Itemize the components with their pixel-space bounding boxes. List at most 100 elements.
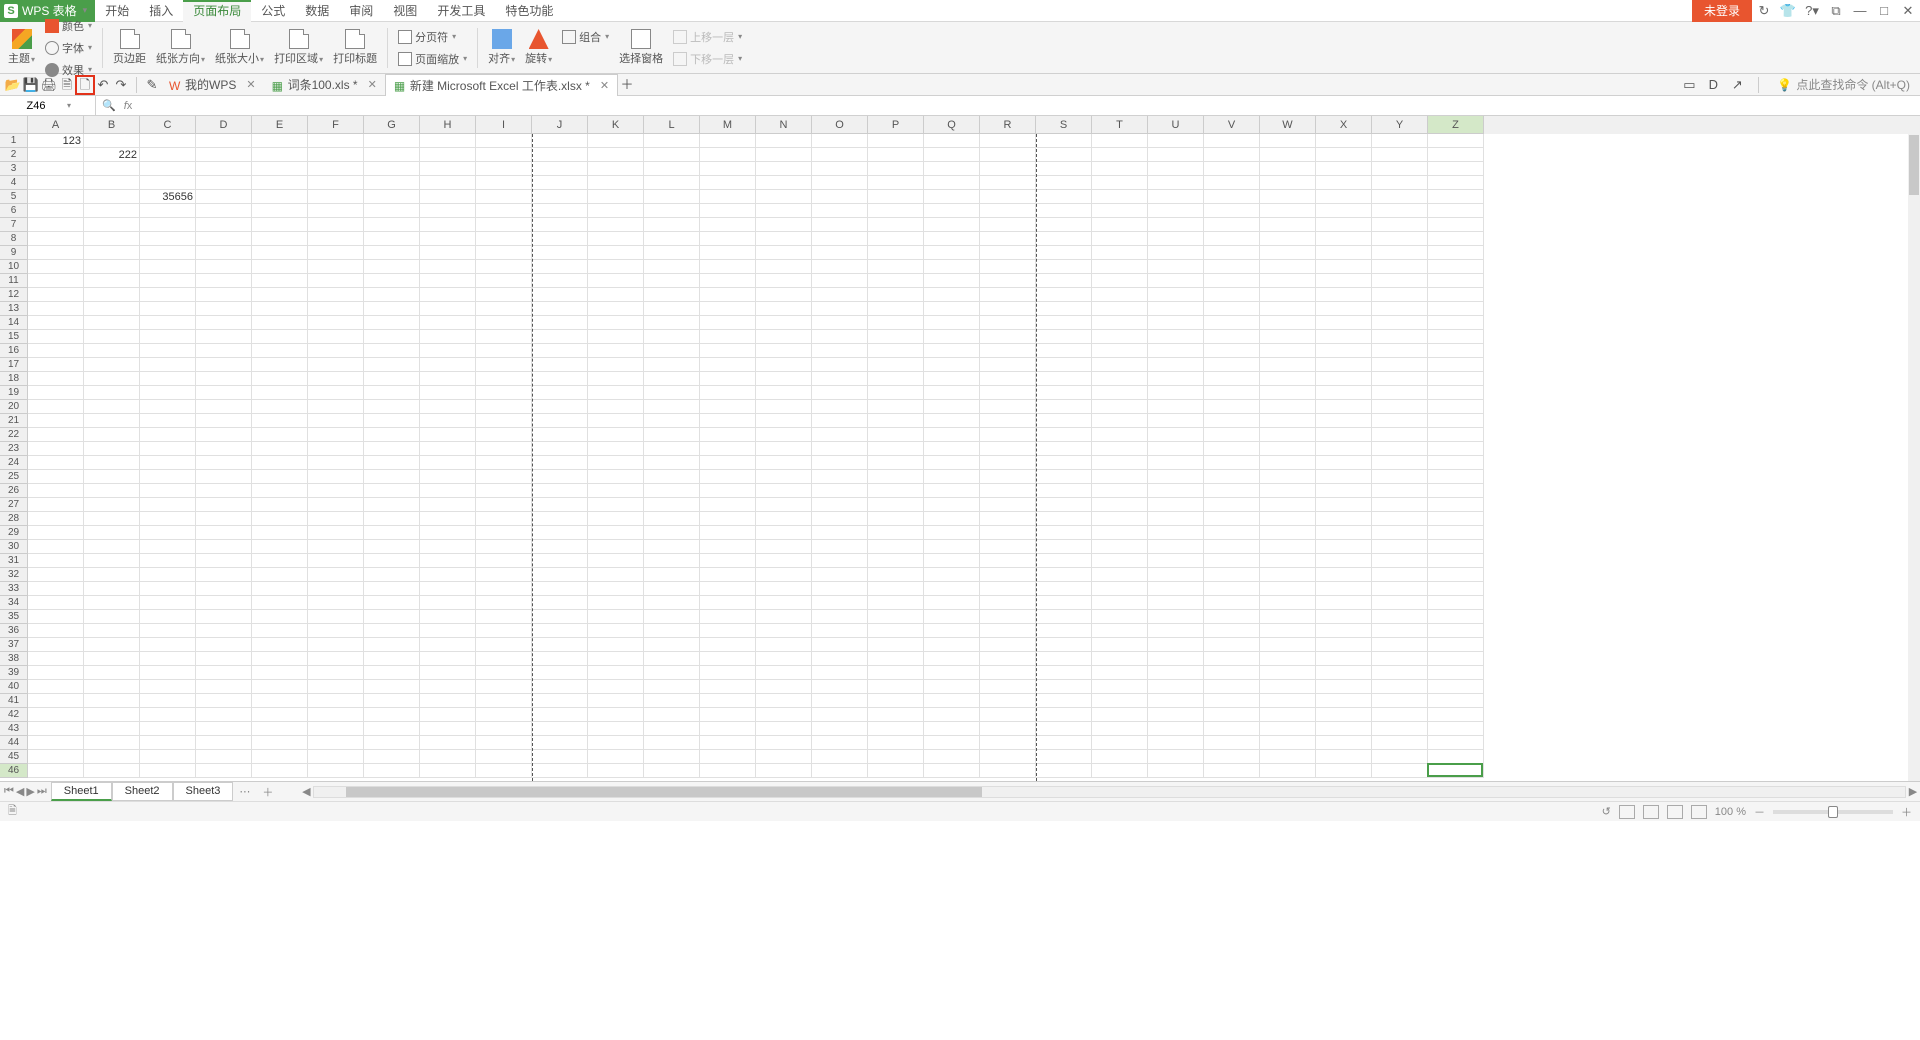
- cell[interactable]: [196, 274, 252, 288]
- cell[interactable]: [924, 330, 980, 344]
- cell[interactable]: [1372, 526, 1428, 540]
- cell[interactable]: [532, 554, 588, 568]
- cell[interactable]: [364, 316, 420, 330]
- cell[interactable]: [1316, 736, 1372, 750]
- close-button[interactable]: ✕: [1896, 0, 1920, 22]
- cell[interactable]: [1316, 708, 1372, 722]
- cell[interactable]: [1036, 442, 1092, 456]
- column-header[interactable]: N: [756, 116, 812, 134]
- cell[interactable]: [588, 372, 644, 386]
- cell[interactable]: [532, 260, 588, 274]
- cell[interactable]: [1428, 372, 1484, 386]
- row-header[interactable]: 6: [0, 204, 28, 218]
- cell[interactable]: [588, 302, 644, 316]
- cell[interactable]: [28, 428, 84, 442]
- cell[interactable]: [1204, 302, 1260, 316]
- cell[interactable]: [420, 176, 476, 190]
- cell[interactable]: [980, 246, 1036, 260]
- cell[interactable]: [364, 176, 420, 190]
- cell[interactable]: [812, 176, 868, 190]
- cell[interactable]: [420, 722, 476, 736]
- cell[interactable]: [1148, 442, 1204, 456]
- cell[interactable]: [476, 274, 532, 288]
- cell[interactable]: [1204, 442, 1260, 456]
- cell[interactable]: [84, 568, 140, 582]
- cell[interactable]: [140, 708, 196, 722]
- cell[interactable]: [644, 484, 700, 498]
- theme-button[interactable]: 主题▾: [4, 24, 39, 72]
- cell[interactable]: [588, 568, 644, 582]
- cell[interactable]: [700, 652, 756, 666]
- cell[interactable]: [308, 456, 364, 470]
- cell-area[interactable]: 12322235656: [28, 134, 1908, 781]
- cell[interactable]: [868, 134, 924, 148]
- cell[interactable]: [364, 344, 420, 358]
- cell[interactable]: [1148, 386, 1204, 400]
- cell[interactable]: [420, 386, 476, 400]
- row-header[interactable]: 26: [0, 484, 28, 498]
- row-header[interactable]: 16: [0, 344, 28, 358]
- cell[interactable]: [140, 162, 196, 176]
- cell[interactable]: [1372, 652, 1428, 666]
- cell[interactable]: [1372, 218, 1428, 232]
- cell[interactable]: [980, 372, 1036, 386]
- cell[interactable]: [252, 386, 308, 400]
- command-search[interactable]: 💡点此查找命令 (Alt+Q): [1771, 76, 1916, 93]
- cell[interactable]: [1372, 316, 1428, 330]
- cell[interactable]: [868, 526, 924, 540]
- cell[interactable]: [196, 638, 252, 652]
- cell[interactable]: [28, 260, 84, 274]
- cell[interactable]: [644, 750, 700, 764]
- close-tab-icon[interactable]: ✕: [368, 78, 377, 91]
- cell[interactable]: [1092, 414, 1148, 428]
- cell[interactable]: [196, 162, 252, 176]
- cell[interactable]: [1260, 134, 1316, 148]
- cell[interactable]: [252, 652, 308, 666]
- cell[interactable]: [644, 176, 700, 190]
- cell[interactable]: [420, 764, 476, 778]
- cell[interactable]: [868, 274, 924, 288]
- cell[interactable]: [644, 232, 700, 246]
- cell[interactable]: [1316, 554, 1372, 568]
- cell[interactable]: [1092, 428, 1148, 442]
- cell[interactable]: [196, 568, 252, 582]
- share-icon[interactable]: ↗: [1728, 76, 1746, 94]
- cell[interactable]: [1036, 358, 1092, 372]
- cell[interactable]: [1428, 316, 1484, 330]
- cell[interactable]: [252, 470, 308, 484]
- cell[interactable]: [756, 610, 812, 624]
- cell[interactable]: [980, 610, 1036, 624]
- cell[interactable]: [1316, 414, 1372, 428]
- cell[interactable]: [364, 540, 420, 554]
- cell[interactable]: [644, 358, 700, 372]
- cell[interactable]: 123: [28, 134, 84, 148]
- cell[interactable]: [196, 190, 252, 204]
- cell[interactable]: [140, 484, 196, 498]
- cell[interactable]: [364, 680, 420, 694]
- cell[interactable]: [196, 218, 252, 232]
- cell[interactable]: [308, 134, 364, 148]
- cell[interactable]: [1316, 302, 1372, 316]
- cell[interactable]: [1316, 652, 1372, 666]
- row-header[interactable]: 22: [0, 428, 28, 442]
- open-icon[interactable]: 📂: [4, 76, 22, 94]
- cell[interactable]: [1316, 260, 1372, 274]
- cell[interactable]: [1092, 204, 1148, 218]
- cell[interactable]: [140, 526, 196, 540]
- cell[interactable]: [868, 736, 924, 750]
- cell[interactable]: [28, 582, 84, 596]
- cell[interactable]: [1036, 498, 1092, 512]
- cell[interactable]: [924, 372, 980, 386]
- cell[interactable]: [812, 512, 868, 526]
- cell[interactable]: [420, 190, 476, 204]
- cell[interactable]: [1036, 722, 1092, 736]
- cell[interactable]: [756, 302, 812, 316]
- cell[interactable]: [1092, 232, 1148, 246]
- cell[interactable]: [868, 512, 924, 526]
- cell[interactable]: [364, 204, 420, 218]
- cell[interactable]: [588, 442, 644, 456]
- cell[interactable]: [644, 260, 700, 274]
- cell[interactable]: [196, 400, 252, 414]
- cell[interactable]: [756, 456, 812, 470]
- menu-tab[interactable]: 页面布局: [183, 0, 251, 22]
